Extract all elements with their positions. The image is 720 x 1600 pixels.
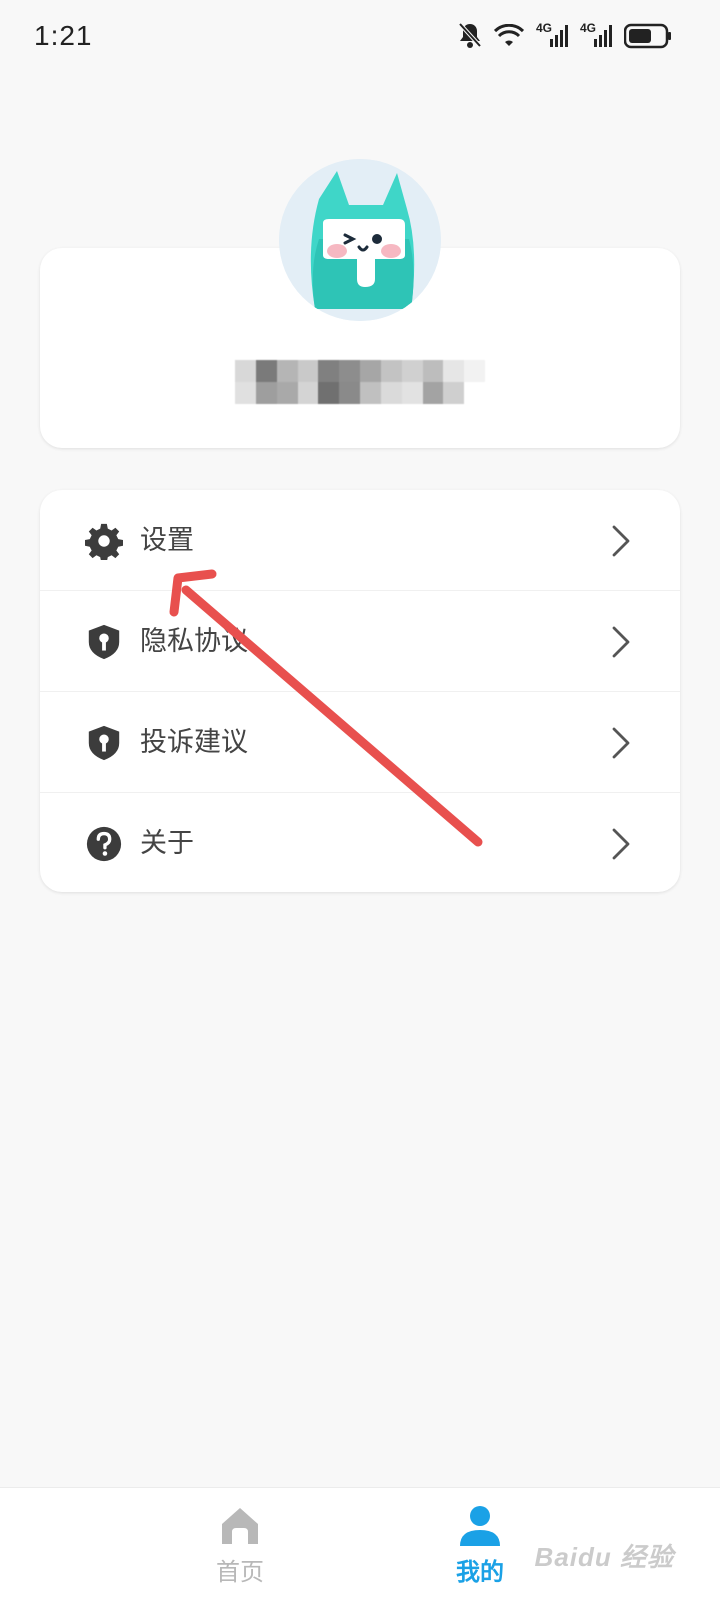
chevron-right-icon <box>612 525 630 557</box>
question-circle-icon <box>86 826 122 862</box>
chevron-right-icon <box>612 828 630 860</box>
chevron-right-icon <box>612 626 630 658</box>
watermark: Baidu 经验 <box>534 1542 674 1572</box>
my-profile-screen: 1:21 4G 4G 设置 隐私协议 投诉建议 关于 首页 我的 Baidu 经… <box>0 0 720 1600</box>
menu-card: 设置 隐私协议 投诉建议 关于 <box>40 490 680 892</box>
status-bar: 1:21 4G 4G <box>0 0 720 80</box>
bottom-nav: 首页 我的 Baidu 经验 <box>0 1487 720 1600</box>
avatar[interactable] <box>279 159 441 321</box>
nav-item-mine[interactable]: 我的 <box>420 1500 540 1596</box>
menu-item-about[interactable]: 关于 <box>40 793 680 892</box>
menu-item-feedback[interactable]: 投诉建议 <box>40 692 680 793</box>
shield-key-icon <box>88 624 120 660</box>
network-type-label: 4G <box>536 21 553 35</box>
battery-icon <box>624 23 672 49</box>
cell-signal-icon: 4G <box>580 21 612 49</box>
status-time: 1:21 <box>34 20 93 51</box>
gear-icon <box>85 523 123 560</box>
menu-item-privacy[interactable]: 隐私协议 <box>40 591 680 692</box>
mascot-avatar-icon <box>279 159 441 321</box>
menu-item-settings[interactable]: 设置 <box>40 490 680 591</box>
network-type-label: 4G <box>580 21 597 35</box>
person-icon <box>460 1506 500 1546</box>
home-icon <box>222 1508 258 1544</box>
shield-key-icon <box>88 725 120 761</box>
nav-item-home[interactable]: 首页 <box>180 1500 300 1596</box>
nav-label: 我的 <box>456 1559 504 1586</box>
chevron-right-icon <box>612 727 630 759</box>
menu-item-label: 投诉建议 <box>140 727 248 757</box>
status-icons: 4G 4G <box>458 21 672 50</box>
wifi-icon <box>494 24 524 48</box>
cell-signal-icon: 4G <box>536 21 568 49</box>
bell-muted-icon <box>458 22 482 50</box>
username-redacted <box>235 360 485 404</box>
menu-item-label: 设置 <box>140 525 194 555</box>
nav-label: 首页 <box>216 1559 264 1586</box>
menu-item-label: 隐私协议 <box>140 626 248 656</box>
menu-item-label: 关于 <box>140 828 194 858</box>
